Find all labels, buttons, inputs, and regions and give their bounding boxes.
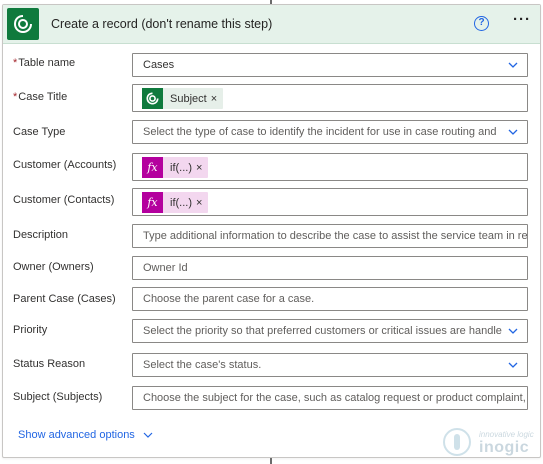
parent-case-input[interactable]: Choose the parent case for a case.	[132, 287, 528, 311]
expression-token[interactable]: fx if(...) ×	[142, 192, 209, 213]
fx-expression-icon: fx	[142, 157, 163, 178]
subject-placeholder: Choose the subject for the case, such as…	[143, 392, 526, 404]
priority-dropdown[interactable]: Select the priority so that preferred cu…	[132, 319, 528, 343]
show-advanced-options-link[interactable]: Show advanced options	[18, 429, 153, 441]
status-reason-dropdown[interactable]: Select the case's status.	[132, 353, 528, 377]
more-options-icon[interactable]: ···	[511, 12, 533, 32]
chevron-down-icon	[508, 362, 518, 368]
subject-label: Subject (Subjects)	[13, 391, 103, 403]
inogic-logo-icon	[443, 428, 471, 456]
owner-input[interactable]: Owner Id	[132, 256, 528, 280]
inogic-watermark: innovative logic inogic	[443, 426, 539, 462]
fx-expression-icon: fx	[142, 192, 163, 213]
priority-label: Priority	[13, 324, 48, 336]
description-label: Description	[13, 229, 69, 241]
expression-token[interactable]: fx if(...) ×	[142, 157, 209, 178]
priority-placeholder: Select the priority so that preferred cu…	[143, 325, 502, 337]
token-label: Subject	[170, 92, 207, 105]
close-icon[interactable]: ×	[196, 162, 208, 174]
token-label: if(...)	[170, 196, 192, 209]
chevron-down-icon	[508, 129, 518, 135]
description-input[interactable]: Type additional information to describe …	[132, 224, 528, 248]
action-title: Create a record (don't rename this step)	[51, 17, 273, 31]
case-type-placeholder: Select the type of case to identify the …	[143, 126, 497, 138]
case-title-field[interactable]: Subject ×	[132, 84, 528, 112]
table-name-label: *Table name	[13, 57, 76, 69]
customer-contacts-field[interactable]: fx if(...) ×	[132, 188, 528, 216]
parent-case-placeholder: Choose the parent case for a case.	[143, 293, 315, 305]
subject-input[interactable]: Choose the subject for the case, such as…	[132, 386, 528, 410]
dataverse-icon	[7, 8, 39, 40]
chevron-down-icon	[508, 328, 518, 334]
owner-label: Owner (Owners)	[13, 261, 94, 273]
parent-case-label: Parent Case (Cases)	[13, 293, 116, 305]
close-icon[interactable]: ×	[211, 93, 223, 105]
action-header[interactable]: Create a record (don't rename this step)…	[3, 5, 540, 44]
dataverse-icon	[142, 88, 163, 109]
customer-accounts-label: Customer (Accounts)	[13, 159, 117, 171]
case-type-dropdown[interactable]: Select the type of case to identify the …	[132, 120, 528, 144]
create-record-action-card: Create a record (don't rename this step)…	[2, 4, 541, 458]
status-reason-placeholder: Select the case's status.	[143, 359, 262, 371]
chevron-down-icon	[143, 432, 153, 438]
dynamic-content-token[interactable]: Subject ×	[142, 88, 224, 109]
customer-accounts-field[interactable]: fx if(...) ×	[132, 153, 528, 181]
token-label: if(...)	[170, 161, 192, 174]
close-icon[interactable]: ×	[196, 197, 208, 209]
table-name-dropdown[interactable]: Cases	[132, 53, 528, 77]
chevron-down-icon	[508, 62, 518, 68]
help-icon[interactable]: ?	[474, 16, 489, 31]
case-type-label: Case Type	[13, 126, 66, 138]
owner-placeholder: Owner Id	[143, 262, 188, 274]
description-placeholder: Type additional information to describe …	[143, 230, 528, 242]
case-title-label: *Case Title	[13, 91, 68, 103]
flow-connector-bottom	[270, 458, 272, 464]
table-name-value: Cases	[143, 59, 175, 71]
status-reason-label: Status Reason	[13, 358, 86, 370]
customer-contacts-label: Customer (Contacts)	[13, 194, 115, 206]
